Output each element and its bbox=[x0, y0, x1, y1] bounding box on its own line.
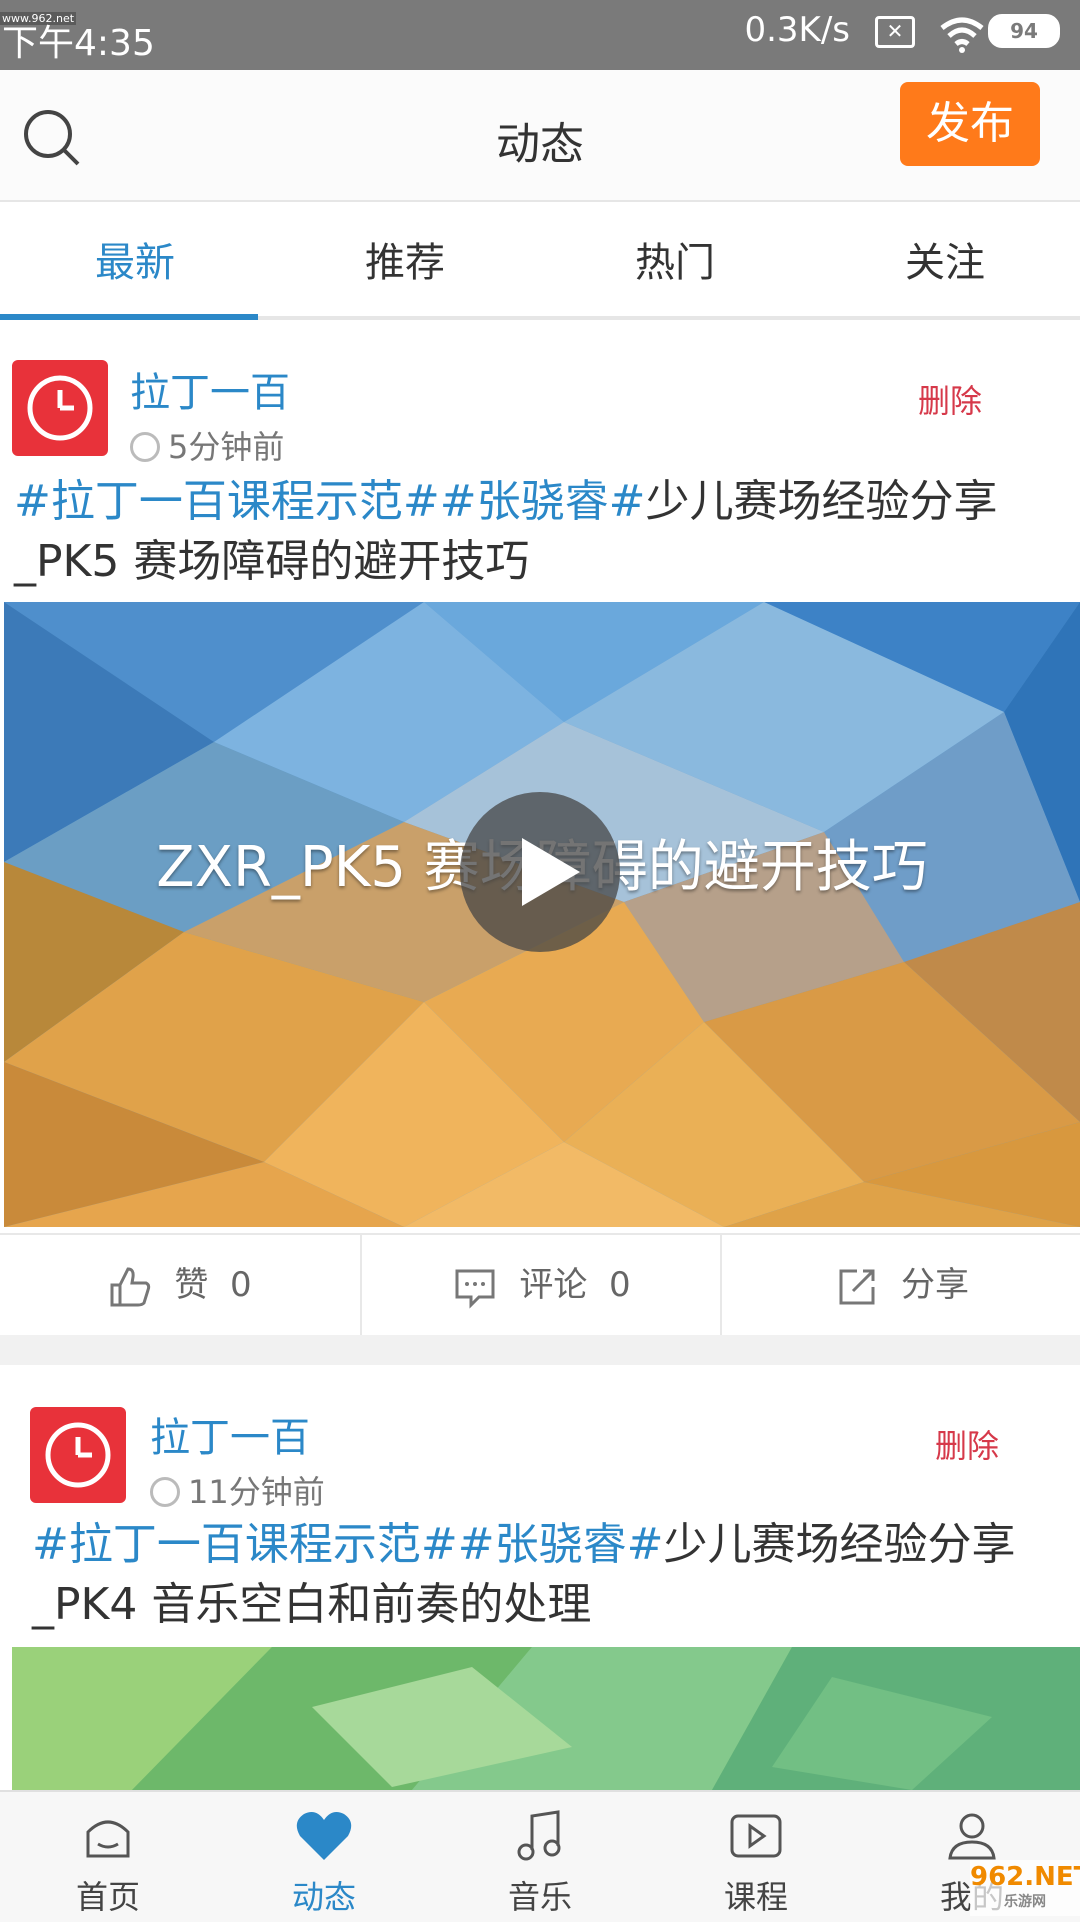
battery-indicator: 94 bbox=[988, 14, 1060, 48]
post-text-line1: 少儿赛场经验分享 bbox=[645, 476, 998, 527]
post-time: 5分钟前 bbox=[130, 422, 284, 468]
video-player[interactable]: ZXR_PK5 赛场障碍的避开技巧 bbox=[4, 602, 1080, 1227]
share-button[interactable]: 分享 bbox=[720, 1235, 1080, 1335]
heart-icon bbox=[296, 1812, 352, 1860]
share-icon bbox=[839, 1269, 875, 1304]
play-icon[interactable] bbox=[460, 792, 620, 952]
status-bar: www.962.net 下午4:35 0.3K/s ✕ 94 bbox=[0, 0, 1080, 70]
comment-icon bbox=[455, 1269, 495, 1309]
author-name[interactable]: 拉丁一百 bbox=[150, 1405, 310, 1463]
comment-label: 评论 bbox=[519, 1265, 588, 1305]
home-icon bbox=[86, 1820, 130, 1858]
site-logo-sub: 乐游网 bbox=[1004, 1894, 1046, 1910]
tab-latest[interactable]: 最新 bbox=[0, 230, 270, 288]
time-clock-icon bbox=[130, 432, 160, 462]
nav-home[interactable]: 首页 bbox=[0, 1802, 216, 1918]
site-logo: 962.NET 乐游网 bbox=[970, 1860, 1080, 1916]
post-card: 拉丁一百 11分钟前 删除 #拉丁一百课程示范##张骁睿#少儿赛场经验分享 _P… bbox=[0, 1365, 1080, 1790]
nav-music-label: 音乐 bbox=[507, 1878, 572, 1916]
nav-courses-label: 课程 bbox=[723, 1878, 788, 1916]
tab-following[interactable]: 关注 bbox=[810, 230, 1080, 288]
top-header: 动态 发布 bbox=[0, 70, 1080, 202]
like-count: 0 bbox=[229, 1265, 252, 1305]
nav-moments[interactable]: 动态 bbox=[216, 1802, 432, 1918]
delete-button[interactable]: 删除 bbox=[935, 1421, 999, 1467]
time-clock-icon bbox=[150, 1477, 180, 1507]
avatar[interactable] bbox=[12, 360, 108, 456]
post-text-line2: _PK4 音乐空白和前奏的处理 bbox=[32, 1579, 592, 1630]
video-thumbnail bbox=[12, 1647, 1080, 1790]
post-tags[interactable]: #拉丁一百课程示范##张骁睿# bbox=[32, 1519, 663, 1570]
status-time: 下午4:35 bbox=[2, 23, 155, 64]
feed-tabs: 最新 推荐 热门 关注 bbox=[0, 202, 1080, 320]
comment-button[interactable]: 评论 0 bbox=[360, 1235, 722, 1335]
bottom-navigation: 首页 动态 音乐 课程 我的 bbox=[0, 1790, 1080, 1922]
notification-off-icon: ✕ bbox=[875, 16, 915, 48]
nav-courses[interactable]: 课程 bbox=[648, 1802, 864, 1918]
thumbs-up-icon bbox=[110, 1266, 151, 1306]
clock-icon bbox=[27, 375, 93, 441]
post-text[interactable]: #拉丁一百课程示范##张骁睿#少儿赛场经验分享 _PK4 音乐空白和前奏的处理 bbox=[32, 1515, 1015, 1635]
post-actions: 赞 0 评论 0 分享 bbox=[0, 1233, 1080, 1337]
post-tags[interactable]: #拉丁一百课程示范##张骁睿# bbox=[14, 476, 645, 527]
tab-recommended[interactable]: 推荐 bbox=[270, 230, 540, 288]
video-player[interactable] bbox=[12, 1647, 1080, 1790]
like-label: 赞 bbox=[174, 1265, 209, 1305]
share-label: 分享 bbox=[901, 1265, 969, 1305]
wifi-icon bbox=[940, 17, 984, 53]
post-time-text: 11分钟前 bbox=[188, 1473, 325, 1511]
author-name[interactable]: 拉丁一百 bbox=[130, 360, 290, 418]
nav-home-label: 首页 bbox=[75, 1878, 140, 1916]
tab-hot[interactable]: 热门 bbox=[540, 230, 810, 288]
like-button[interactable]: 赞 0 bbox=[0, 1235, 360, 1335]
clock-icon bbox=[45, 1422, 111, 1488]
delete-button[interactable]: 删除 bbox=[918, 376, 982, 422]
post-card: 拉丁一百 5分钟前 删除 #拉丁一百课程示范##张骁睿#少儿赛场经验分享 _PK… bbox=[0, 320, 1080, 1335]
site-logo-text: 962.NET bbox=[970, 1862, 1080, 1892]
nav-music[interactable]: 音乐 bbox=[432, 1802, 648, 1918]
video-play-icon bbox=[730, 1814, 782, 1858]
comment-count: 0 bbox=[608, 1265, 631, 1305]
nav-moments-label: 动态 bbox=[291, 1878, 356, 1916]
post-text-line2: _PK5 赛场障碍的避开技巧 bbox=[14, 536, 530, 587]
post-separator bbox=[0, 1335, 1080, 1365]
person-icon bbox=[948, 1813, 996, 1860]
music-note-icon bbox=[517, 1810, 561, 1861]
post-time-text: 5分钟前 bbox=[168, 428, 285, 466]
post-time: 11分钟前 bbox=[150, 1467, 325, 1513]
post-text[interactable]: #拉丁一百课程示范##张骁睿#少儿赛场经验分享 _PK5 赛场障碍的避开技巧 bbox=[14, 472, 997, 592]
publish-button[interactable]: 发布 bbox=[900, 82, 1040, 166]
post-text-line1: 少儿赛场经验分享 bbox=[663, 1519, 1016, 1570]
avatar[interactable] bbox=[30, 1407, 126, 1503]
network-speed: 0.3K/s bbox=[744, 10, 850, 50]
